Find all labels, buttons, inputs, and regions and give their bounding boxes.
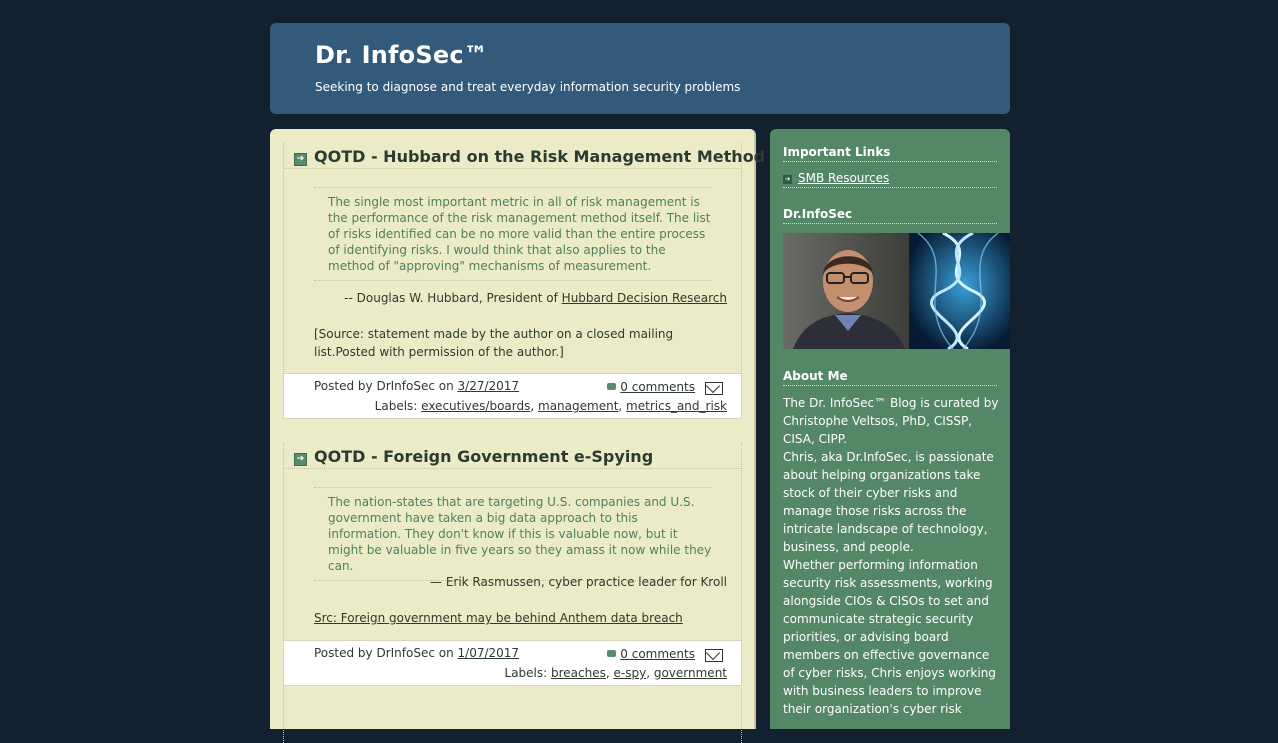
comment-icon xyxy=(607,650,617,657)
post-title: ➔ QOTD - Foreign Government e-Spying xyxy=(294,447,653,466)
smb-resources-link[interactable]: SMB Resources xyxy=(798,171,889,185)
email-post-icon[interactable] xyxy=(705,649,723,662)
label-link[interactable]: breaches xyxy=(551,666,606,680)
blog-post: ➔ QOTD - Hubbard on the Risk Management M… xyxy=(283,143,765,419)
comments: 0 comments xyxy=(607,647,695,661)
labels-prefix: Labels: xyxy=(504,666,551,680)
main-column: ➔ QOTD - Hubbard on the Risk Management M… xyxy=(270,129,765,743)
post-date-link[interactable]: 3/27/2017 xyxy=(458,379,520,393)
post-date-link[interactable]: 1/07/2017 xyxy=(458,646,520,660)
post-footer: Posted by DrInfoSec on 3/27/2017 0 comme… xyxy=(284,373,741,419)
sidebar-heading-links: Important Links xyxy=(783,145,997,162)
posted-by-text: Posted by DrInfoSec on xyxy=(314,379,458,393)
post-title-link[interactable]: QOTD - Hubbard on the Risk Management Me… xyxy=(314,147,765,166)
quote-attribution: — Erik Rasmussen, cyber practice leader … xyxy=(430,575,727,589)
comments-link[interactable]: 0 comments xyxy=(620,380,695,394)
sidebar: Important Links ➔ SMB Resources Dr.InfoSe… xyxy=(770,129,1010,729)
quote-attribution: -- Douglas W. Hubbard, President of Hubb… xyxy=(344,291,727,305)
blog-title[interactable]: Dr. InfoSec™ xyxy=(315,41,488,69)
profile-photo[interactable] xyxy=(783,233,1010,349)
post-labels: Labels: executives/boards, management, m… xyxy=(374,399,727,413)
label-link[interactable]: government xyxy=(654,666,727,680)
about-paragraph: Chris, aka Dr.InfoSec, is passionate abo… xyxy=(783,450,994,554)
divider xyxy=(284,168,741,169)
post-quote: The single most important metric in all … xyxy=(314,187,712,281)
post-quote: The nation-states that are targeting U.S… xyxy=(314,487,712,581)
sidebar-heading-profile: Dr.InfoSec xyxy=(783,207,997,224)
post-title-link[interactable]: QOTD - Foreign Government e-Spying xyxy=(314,447,653,466)
quote-text: The single most important metric in all … xyxy=(328,195,711,273)
source-link[interactable]: Src: Foreign government may be behind An… xyxy=(314,611,683,625)
post-source: Src: Foreign government may be behind An… xyxy=(314,609,728,627)
about-me-text: The Dr. InfoSec™ Blog is curated by Chri… xyxy=(783,394,1001,718)
label-link[interactable]: executives/boards xyxy=(421,399,530,413)
attribution-link[interactable]: Hubbard Decision Research xyxy=(562,291,727,305)
labels-prefix: Labels: xyxy=(374,399,422,413)
posted-by-text: Posted by DrInfoSec on xyxy=(314,646,458,660)
post-arrow-icon: ➔ xyxy=(294,153,307,166)
attribution-text: -- Douglas W. Hubbard, President of xyxy=(344,291,562,305)
post-title: ➔ QOTD - Hubbard on the Risk Management M… xyxy=(294,147,765,166)
comment-icon xyxy=(607,383,617,390)
profile-photo-image xyxy=(783,233,1010,349)
post-arrow-icon: ➔ xyxy=(294,453,307,466)
sidebar-heading-about: About Me xyxy=(783,369,997,386)
post-byline: Posted by DrInfoSec on 3/27/2017 xyxy=(314,379,519,393)
comments-link[interactable]: 0 comments xyxy=(620,647,695,661)
label-link[interactable]: management xyxy=(538,399,618,413)
quote-text: The nation-states that are targeting U.S… xyxy=(328,495,712,573)
email-post-icon[interactable] xyxy=(705,382,723,395)
label-link[interactable]: e-spy xyxy=(614,666,647,680)
post-byline: Posted by DrInfoSec on 1/07/2017 xyxy=(314,646,519,660)
post-source: [Source: statement made by the author on… xyxy=(314,327,674,359)
post-labels: Labels: breaches, e-spy, government xyxy=(504,666,727,680)
blog-post: ➔ QOTD - Foreign Government e-Spying The … xyxy=(283,443,742,743)
arrow-icon: ➔ xyxy=(783,175,792,184)
blog-description: Seeking to diagnose and treat everyday i… xyxy=(315,80,741,94)
blog-header: Dr. InfoSec™ Seeking to diagnose and tre… xyxy=(270,23,1010,114)
comments: 0 comments xyxy=(607,380,695,394)
divider xyxy=(284,468,741,469)
about-paragraph: The Dr. InfoSec™ Blog is curated by Chri… xyxy=(783,396,999,446)
label-link[interactable]: metrics_and_risk xyxy=(626,399,727,413)
sidebar-link-item: ➔ SMB Resources xyxy=(783,171,997,188)
about-paragraph: Whether performing information security … xyxy=(783,558,996,716)
post-footer: Posted by DrInfoSec on 1/07/2017 0 comme… xyxy=(284,640,741,686)
